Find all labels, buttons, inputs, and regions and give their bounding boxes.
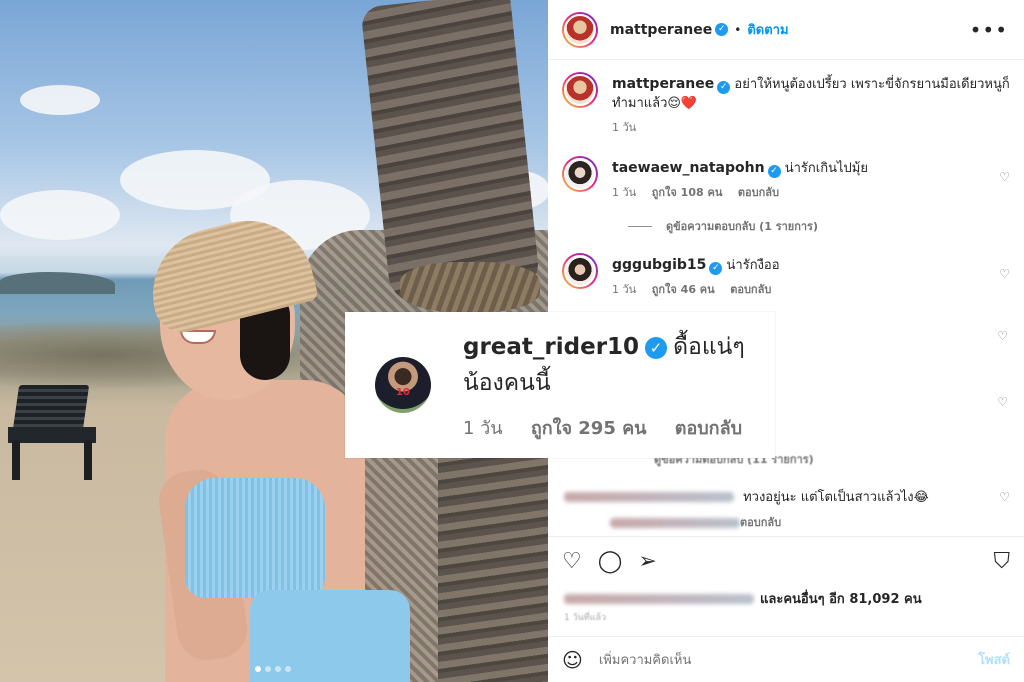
- verified-icon: ✓: [715, 23, 729, 36]
- reply-button[interactable]: ตอบกลับ: [740, 516, 781, 529]
- jersey-number: 10: [396, 387, 410, 398]
- carousel-dot[interactable]: [285, 666, 291, 672]
- comment-username[interactable]: great_rider10: [463, 334, 639, 360]
- verified-icon: ✓: [717, 81, 731, 94]
- cloud: [20, 85, 100, 115]
- rope: [400, 262, 540, 312]
- carousel-dot[interactable]: [255, 666, 261, 672]
- comment-username[interactable]: taewaew_natapohn: [612, 160, 765, 176]
- bookmark-icon[interactable]: ⛉: [993, 549, 1010, 574]
- avatar[interactable]: [562, 72, 598, 108]
- add-comment-bar: ☺ เพิ่มความคิดเห็น โพสต์: [548, 636, 1024, 682]
- more-options-icon[interactable]: •••: [970, 18, 1008, 42]
- header-username[interactable]: mattperanee: [610, 22, 712, 38]
- verified-icon: ✓: [645, 336, 668, 359]
- heart-icon[interactable]: ♡: [999, 267, 1010, 281]
- view-replies[interactable]: ดูข้อความตอบกลับ (1 รายการ): [628, 217, 1010, 235]
- comment-time: 1 วัน: [612, 186, 637, 199]
- post-actions: ♡ ◯ ➢ ⛉: [548, 536, 1024, 586]
- avatar[interactable]: 10: [375, 357, 431, 413]
- comments-list: mattperanee ✓ อย่าให้หนูต้องเปรี้ยว เพราะ…: [548, 60, 1024, 298]
- comment-item: gggubgib15 ✓ น่ารักงืออ 1 วัน ถูกใจ 46 คน…: [562, 253, 1010, 298]
- posted-time: 1 วันที่แล้ว: [564, 613, 607, 623]
- comment-text: น่ารักเกินไปมุ้ย: [784, 161, 868, 176]
- swimsuit-top: [185, 478, 325, 598]
- carousel-dot[interactable]: [275, 666, 281, 672]
- heart-icon[interactable]: ♡: [999, 490, 1010, 504]
- share-icon[interactable]: ➢: [638, 549, 656, 574]
- header-separator: •: [734, 22, 742, 37]
- comment-input[interactable]: เพิ่มความคิดเห็น: [599, 649, 978, 670]
- comment-username[interactable]: gggubgib15: [612, 257, 706, 273]
- view-replies-label[interactable]: ดูข้อความตอบกลับ (1 รายการ): [666, 217, 818, 235]
- palm-trunk: [360, 0, 541, 307]
- caption-username[interactable]: mattperanee: [612, 76, 714, 92]
- caption-time: 1 วัน: [612, 121, 637, 134]
- caption: mattperanee ✓ อย่าให้หนูต้องเปรี้ยว เพราะ…: [562, 72, 1010, 136]
- island: [0, 272, 115, 294]
- post-button[interactable]: โพสต์: [978, 649, 1010, 670]
- beach-chair: [8, 385, 96, 480]
- comment-likes[interactable]: ถูกใจ 46 คน: [652, 283, 715, 296]
- follow-button[interactable]: ติดตาม: [747, 19, 788, 40]
- heart-icon[interactable]: ♡: [997, 395, 1008, 409]
- avatar[interactable]: [562, 11, 598, 48]
- comment-time: 1 วัน: [463, 417, 503, 439]
- heart-icon[interactable]: ♡: [997, 329, 1008, 343]
- like-icon[interactable]: ♡: [562, 549, 582, 574]
- heart-icon[interactable]: ♡: [999, 170, 1010, 184]
- verified-icon: ✓: [767, 165, 781, 178]
- post-header: mattperanee ✓ • ติดตาม •••: [548, 0, 1024, 60]
- zoomed-comment: 10 great_rider10 ✓ ดื้อแน่ๆน้องคนนี้ 1 วัน…: [345, 312, 775, 458]
- reply-button[interactable]: ตอบกลับ: [738, 186, 779, 199]
- cloud: [0, 190, 120, 240]
- verified-icon: ✓: [709, 262, 723, 275]
- comment-text: ทวงอยู่นะ แต่โตเป็นสาวแล้วไง😂: [743, 490, 929, 505]
- carousel-dot[interactable]: [265, 666, 271, 672]
- comment-item: taewaew_natapohn ✓ น่ารักเกินไปมุ้ย 1 วัน…: [562, 156, 1010, 201]
- comment-text: น่ารักงืออ: [726, 258, 780, 273]
- comment-likes[interactable]: ถูกใจ 108 คน: [652, 186, 723, 199]
- palm-trunk-lower: [438, 450, 548, 682]
- carousel-dots: [255, 666, 291, 672]
- avatar[interactable]: [562, 253, 598, 289]
- comment-time: 1 วัน: [612, 283, 637, 296]
- comment-icon[interactable]: ◯: [598, 549, 623, 574]
- reply-button[interactable]: ตอบกลับ: [730, 283, 771, 296]
- likes-summary[interactable]: และคนอื่นๆ อีก 81,092 คน: [564, 588, 922, 609]
- reply-button[interactable]: ตอบกลับ: [675, 418, 742, 439]
- comment-item: ทวงอยู่นะ แต่โตเป็นสาวแล้วไง😂 ♡ ตอบกลับ: [562, 486, 1010, 531]
- comment-likes[interactable]: ถูกใจ 295 คน: [531, 418, 647, 439]
- emoji-icon[interactable]: ☺: [562, 648, 583, 672]
- avatar[interactable]: [562, 156, 598, 192]
- likes-summary-text[interactable]: และคนอื่นๆ อีก 81,092 คน: [760, 588, 922, 609]
